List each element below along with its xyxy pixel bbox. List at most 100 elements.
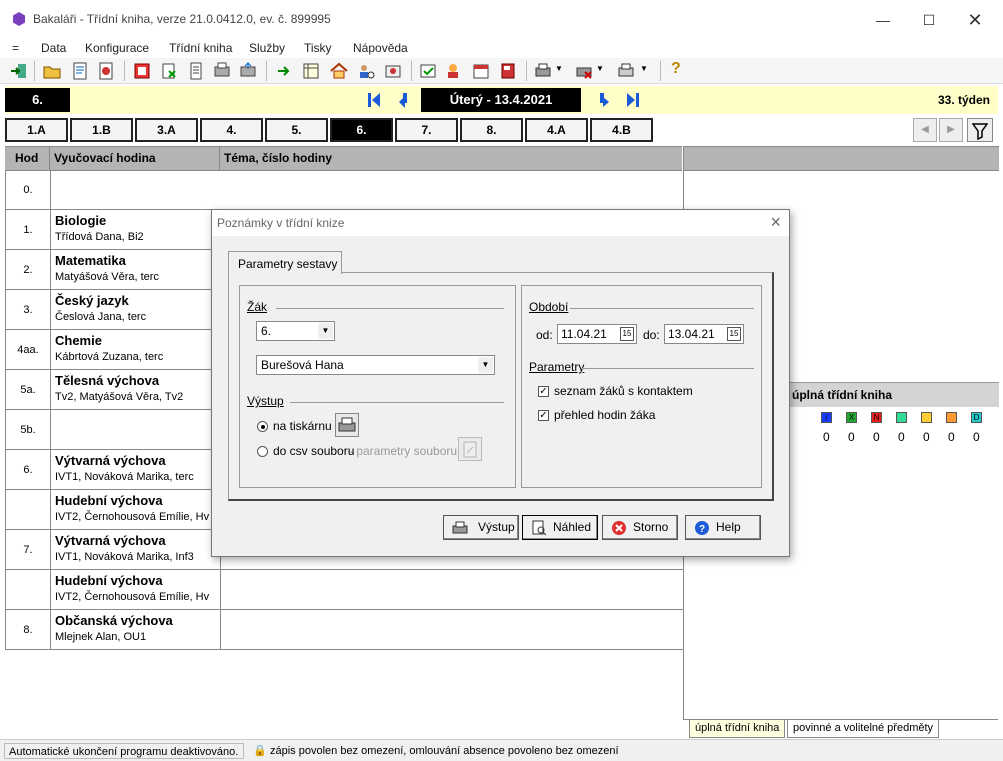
tab-parametry-sestavy[interactable]: Parametry sestavy: [228, 251, 342, 274]
table-row[interactable]: Hudební výchova IVT2, Černohousová Emílie…: [6, 570, 683, 610]
calendar-icon[interactable]: [471, 61, 491, 81]
close-button[interactable]: ✕: [952, 6, 998, 34]
preview-icon: [532, 520, 547, 536]
tab-class[interactable]: 8.: [460, 118, 523, 142]
close-icon[interactable]: ×: [770, 212, 781, 233]
maximize-button[interactable]: ☐: [906, 6, 952, 34]
users-search-icon[interactable]: [356, 61, 376, 81]
next-day-icon[interactable]: [595, 90, 613, 110]
tab-class[interactable]: 3.A: [135, 118, 198, 142]
tab-class[interactable]: 4.: [200, 118, 263, 142]
radio-csv[interactable]: [257, 446, 268, 457]
schedule-icon[interactable]: [301, 61, 321, 81]
divider: [570, 308, 754, 309]
preview-button[interactable]: Náhled: [522, 515, 598, 540]
column-header-tema[interactable]: Téma, číslo hodiny: [220, 147, 682, 170]
table-row[interactable]: 0.: [6, 171, 683, 210]
checkbox-students-contacts[interactable]: ✓: [538, 386, 549, 397]
tab-povinne-predmety[interactable]: povinné a volitelné předměty: [787, 720, 940, 738]
chevron-down-icon[interactable]: ▼: [596, 64, 604, 73]
csv-settings-button[interactable]: [458, 437, 482, 461]
column-header-hod[interactable]: Hod: [5, 147, 50, 170]
minimize-button[interactable]: —: [860, 6, 906, 34]
cancel-button-label: Storno: [633, 520, 669, 534]
toolbar-separator: [124, 61, 125, 81]
absence-count: 0: [923, 430, 930, 444]
menu-system[interactable]: =: [12, 38, 19, 58]
calendar-icon[interactable]: 15: [620, 327, 634, 341]
tab-class[interactable]: 7.: [395, 118, 458, 142]
vystup-label: Výstup: [247, 394, 284, 408]
tab-uplna-tridni-kniha[interactable]: úplná třídní kniha: [689, 720, 786, 738]
date-from-value: 11.04.21: [561, 327, 607, 341]
book-icon[interactable]: [498, 61, 518, 81]
date-to-input[interactable]: 13.04.21 15: [664, 324, 744, 344]
title-bar: Bakaláři - Třídní kniha, verze 21.0.0412…: [0, 0, 1003, 38]
scroll-right-button[interactable]: ▶: [939, 118, 963, 142]
lesson-number: [6, 570, 51, 609]
tab-class[interactable]: 1.B: [70, 118, 133, 142]
date-from-input[interactable]: 11.04.21 15: [557, 324, 637, 344]
export-icon[interactable]: [238, 61, 258, 81]
bottom-tabs: úplná třídní kniha povinné a volitelné p…: [683, 719, 998, 738]
document-user-icon[interactable]: [96, 61, 116, 81]
print-menu-icon[interactable]: [533, 61, 553, 81]
chevron-down-icon[interactable]: ▼: [555, 64, 563, 73]
grid-header: Hod Vyučovací hodina Téma, číslo hodiny: [5, 146, 682, 171]
attendance-icon[interactable]: [383, 61, 403, 81]
student-select[interactable]: Burešová Hana ▼: [256, 355, 495, 375]
status-autoclose: Automatické ukončení programu deaktivová…: [4, 743, 244, 759]
menu-tisky[interactable]: Tisky: [304, 38, 332, 58]
home-icon[interactable]: [329, 61, 349, 81]
lesson-number: 0.: [6, 171, 51, 209]
lesson-cell: Hudební výchova IVT2, Černohousová Emílie…: [51, 570, 221, 609]
last-day-icon[interactable]: [624, 90, 642, 110]
notes-icon[interactable]: [186, 61, 206, 81]
toolbar-separator: [34, 61, 35, 81]
toolbar-separator: [266, 61, 267, 81]
open-folder-icon[interactable]: [42, 61, 62, 81]
first-day-icon[interactable]: [365, 90, 383, 110]
help-button[interactable]: ? Help: [685, 515, 761, 540]
column-header-hodina[interactable]: Vyučovací hodina: [50, 147, 220, 170]
subject-name: Matematika: [55, 253, 126, 268]
class-select[interactable]: 6. ▼: [256, 321, 335, 341]
period-params-group: Období od: 11.04.21 15 do: 13.04.21 15 P…: [521, 285, 762, 488]
lesson-cell: Výtvarná výchova IVT1, Nováková Marika, t…: [51, 450, 221, 489]
radio-printer[interactable]: [257, 421, 268, 432]
approve-icon[interactable]: [418, 61, 438, 81]
exit-icon[interactable]: [9, 61, 29, 81]
absence-count: 0: [823, 430, 830, 444]
scroll-left-button[interactable]: ◀: [913, 118, 937, 142]
tab-class-active[interactable]: 6.: [330, 118, 393, 142]
previous-day-icon[interactable]: [394, 90, 412, 110]
tab-class[interactable]: 4.B: [590, 118, 653, 142]
delete-print-icon[interactable]: [574, 61, 594, 81]
menu-tridni-kniha[interactable]: Třídní kniha: [169, 38, 232, 58]
arrow-icon[interactable]: [274, 61, 294, 81]
calendar-icon[interactable]: 15: [727, 327, 741, 341]
help-icon[interactable]: ?: [671, 60, 681, 78]
menu-napoveda[interactable]: Nápověda: [353, 38, 408, 58]
checkbox-student-hours[interactable]: ✓: [538, 410, 549, 421]
printer-icon[interactable]: [616, 61, 636, 81]
cancel-button[interactable]: Storno: [602, 515, 678, 540]
tab-class[interactable]: 5.: [265, 118, 328, 142]
menu-sluzby[interactable]: Služby: [249, 38, 285, 58]
output-button[interactable]: Výstup: [443, 515, 519, 540]
student-edit-icon[interactable]: [444, 61, 464, 81]
parametry-label: Parametry: [529, 360, 585, 374]
menu-konfigurace[interactable]: Konfigurace: [85, 38, 149, 58]
tab-class[interactable]: 1.A: [5, 118, 68, 142]
printer-settings-button[interactable]: [335, 413, 359, 437]
chevron-down-icon[interactable]: ▼: [640, 64, 648, 73]
filter-button[interactable]: [967, 118, 993, 142]
tab-class[interactable]: 4.A: [525, 118, 588, 142]
week-label: 33. týden: [937, 93, 990, 107]
table-row[interactable]: 8. Občanská výchova Mlejnek Alan, OU1: [6, 610, 683, 650]
report-icon[interactable]: [70, 61, 90, 81]
menu-data[interactable]: Data: [41, 38, 66, 58]
delete-record-icon[interactable]: [159, 61, 179, 81]
class-book-icon[interactable]: [132, 61, 152, 81]
print-report-icon[interactable]: [212, 61, 232, 81]
